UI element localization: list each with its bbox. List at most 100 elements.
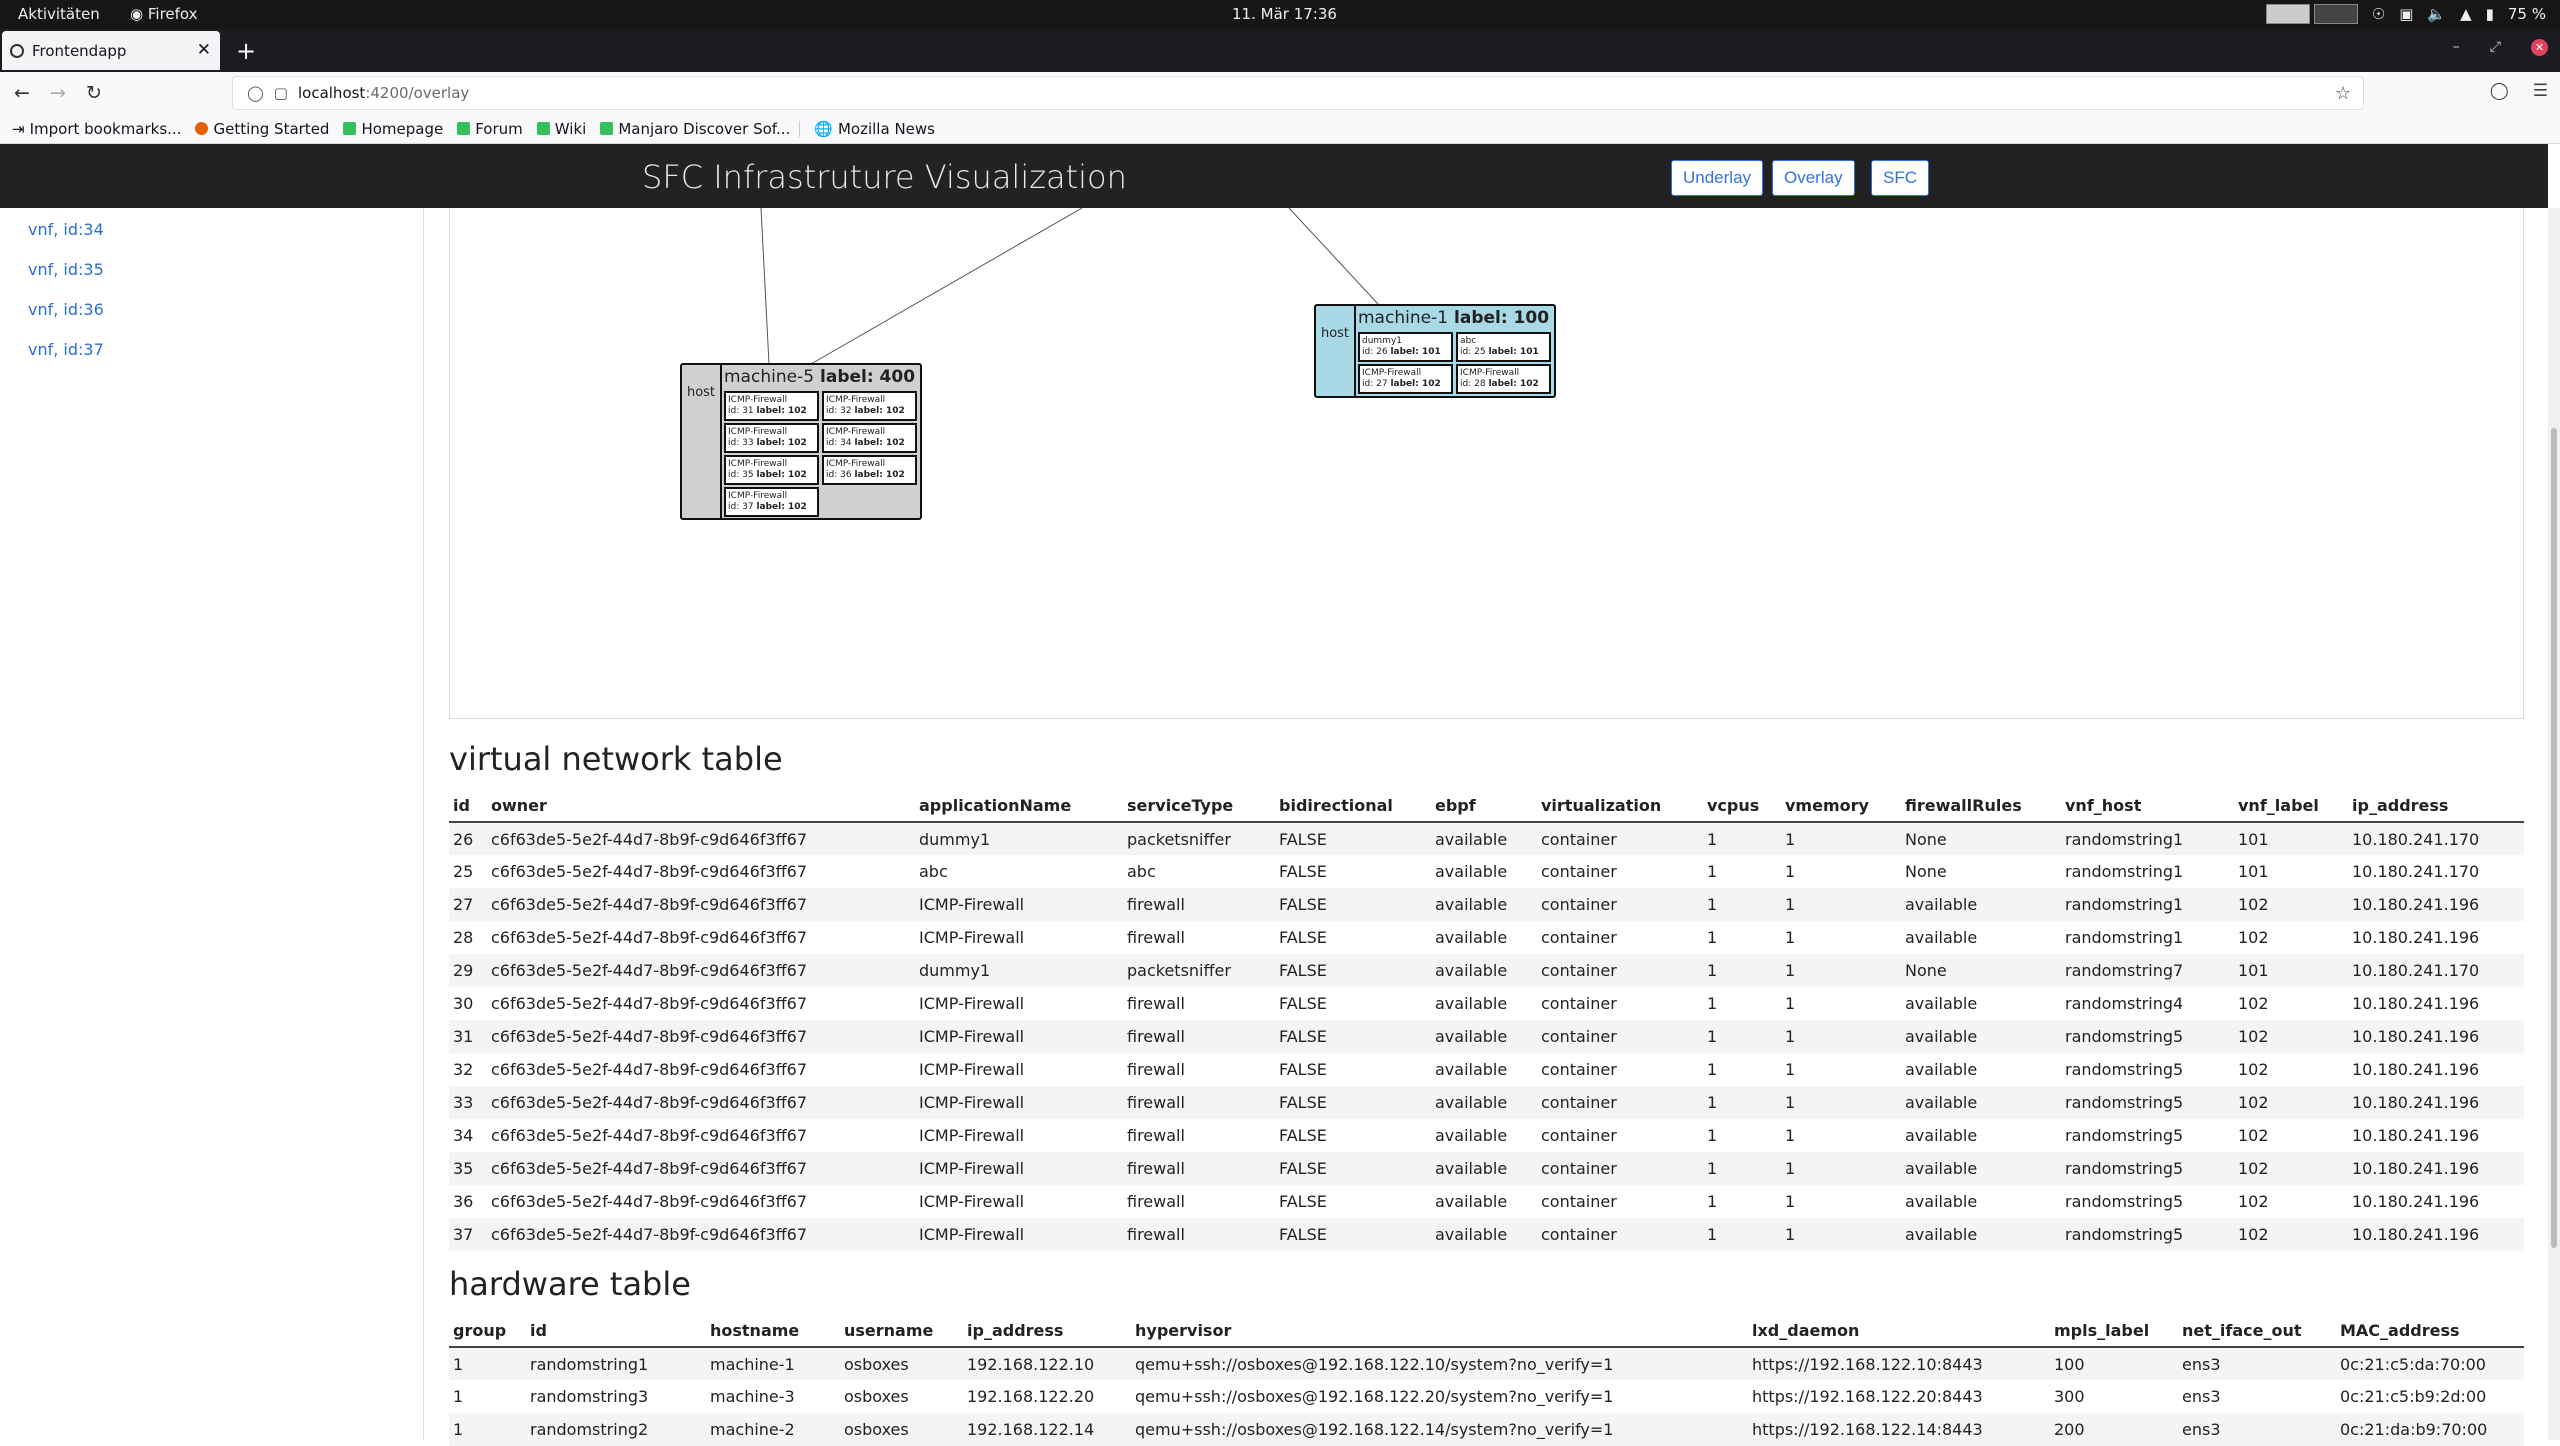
vnf-id: id: 31	[728, 406, 754, 416]
table-cell: container	[1541, 1060, 1617, 1079]
table-cell: randomstring1	[2061, 888, 2234, 921]
vnf-node[interactable]: dummy1 id: 26 label: 101	[1358, 332, 1453, 362]
table-cell: available	[1901, 1152, 2061, 1185]
bookmark-getting-started[interactable]: Getting Started	[195, 120, 329, 138]
close-icon[interactable]: ✕	[197, 40, 211, 60]
table-cell: ICMP-Firewall	[919, 994, 1025, 1013]
reload-icon[interactable]: ↻	[86, 82, 102, 104]
table-cell: 36	[453, 1192, 474, 1211]
vnf-node[interactable]: ICMP-Firewall id: 27 label: 102	[1358, 364, 1453, 394]
table-cell: 10.180.241.196	[2352, 994, 2480, 1013]
sfc-button[interactable]: SFC	[1871, 160, 1929, 196]
table-cell: container	[1537, 1020, 1703, 1053]
pocket-icon[interactable]: ◯	[2490, 81, 2509, 101]
separator	[799, 120, 801, 137]
bookmark-forum[interactable]: Forum	[457, 120, 523, 138]
vnf-node[interactable]: ICMP-Firewall id: 28 label: 102	[1456, 364, 1551, 394]
table-cell: 1	[1781, 1152, 1901, 1185]
activities-button[interactable]: Aktivitäten	[18, 5, 100, 23]
host-label: host	[1316, 306, 1356, 396]
table-cell: ICMP-Firewall	[919, 1192, 1025, 1211]
table-cell: available	[1905, 1192, 1978, 1211]
table-cell: ICMP-Firewall	[915, 1152, 1123, 1185]
back-icon[interactable]: ←	[14, 82, 30, 104]
column-header: hypervisor	[1131, 1314, 1748, 1348]
table-row: 37 c6f63de5-5e2f-44d7-8b9f-c9d646f3ff67 IC…	[449, 1218, 2524, 1251]
workspace-indicator[interactable]	[2313, 4, 2358, 24]
bookmark-star-icon[interactable]: ☆	[2335, 83, 2351, 104]
table-cell: container	[1541, 1192, 1617, 1211]
shield-icon[interactable]: ◯	[247, 84, 264, 102]
table-cell: 1	[1703, 1218, 1781, 1251]
vnf-label: label: 102	[1488, 379, 1539, 389]
table-cell: 1	[1707, 1060, 1718, 1079]
vnf-label: label: 102	[854, 438, 905, 448]
overlay-button[interactable]: Overlay	[1772, 160, 1855, 196]
page-scrollbar[interactable]	[2548, 208, 2560, 1440]
sidebar-item-vnf-36[interactable]: vnf, id:36	[28, 300, 104, 319]
table-cell: available	[1431, 1086, 1537, 1119]
clock[interactable]: 11. Mär 17:36	[1232, 5, 1337, 23]
table-cell: firewall	[1127, 1126, 1185, 1145]
bookmark-manjaro-discover[interactable]: Manjaro Discover Sof...	[600, 120, 801, 138]
sidebar-item-vnf-37[interactable]: vnf, id:37	[28, 340, 104, 359]
vnf-node[interactable]: abc id: 25 label: 101	[1456, 332, 1551, 362]
table-cell: firewall	[1123, 1020, 1275, 1053]
page-icon[interactable]: ▢	[274, 84, 288, 102]
table-cell: 1	[1707, 1126, 1718, 1145]
table-row: 25 c6f63de5-5e2f-44d7-8b9f-c9d646f3ff67 ab…	[449, 855, 2524, 888]
sidebar-item-vnf-35[interactable]: vnf, id:35	[28, 260, 104, 279]
machine-node-5[interactable]: host machine-5 label: 400 ICMP-Firewall id…	[680, 363, 922, 520]
close-window-icon[interactable]: ✕	[2531, 39, 2548, 56]
forward-icon[interactable]: →	[50, 82, 66, 104]
system-indicators[interactable]: ☉ ▣ 🔈 ▲ ▮ 75 %	[2265, 4, 2546, 24]
vnf-label: label: 102	[1390, 379, 1441, 389]
vnf-node[interactable]: ICMP-Firewall id: 35 label: 102	[724, 455, 819, 485]
overlay-graph[interactable]: host machine-5 label: 400 ICMP-Firewall id…	[449, 208, 2524, 719]
virtual-network-table: id owner applicationName serviceType bidirec…	[449, 789, 2524, 1251]
underlay-button[interactable]: Underlay	[1671, 160, 1764, 196]
sidebar-item-vnf-34[interactable]: vnf, id:34	[28, 220, 104, 239]
table-cell: container	[1541, 994, 1617, 1013]
table-cell: c6f63de5-5e2f-44d7-8b9f-c9d646f3ff67	[491, 862, 808, 881]
table-cell: 1	[1707, 1192, 1718, 1211]
column-header: username	[840, 1314, 963, 1348]
bookmark-homepage[interactable]: Homepage	[343, 120, 443, 138]
bookmark-import[interactable]: ⇥ Import bookmarks...	[12, 120, 181, 138]
table-cell: 1	[1781, 822, 1901, 855]
url-bar[interactable]: ◯ ▢ localhost :4200/overlay ☆	[232, 76, 2364, 110]
table-cell: https://192.168.122.10:8443	[1748, 1347, 2050, 1380]
machine-label: label: 100	[1454, 308, 1550, 328]
bookmark-wiki[interactable]: Wiki	[536, 120, 586, 138]
workspace-indicator[interactable]	[2265, 4, 2310, 24]
bookmark-mozilla-news[interactable]: 🌐 Mozilla News	[814, 120, 935, 138]
maximize-icon[interactable]: ⤢	[2490, 39, 2501, 56]
vnf-node[interactable]: ICMP-Firewall id: 32 label: 102	[822, 391, 917, 421]
new-tab-icon[interactable]: +	[236, 37, 256, 65]
vnf-node[interactable]: ICMP-Firewall id: 33 label: 102	[724, 423, 819, 453]
table-cell: None	[1901, 822, 2061, 855]
vnf-node[interactable]: ICMP-Firewall id: 34 label: 102	[822, 423, 917, 453]
table-cell: 1	[1785, 862, 1796, 881]
network-icon: ▲	[2460, 5, 2472, 23]
table-cell: 10.180.241.196	[2348, 1152, 2524, 1185]
virtual-network-table-title: virtual network table	[449, 740, 783, 778]
minimize-icon[interactable]: –	[2453, 39, 2460, 56]
menu-icon[interactable]: ☰	[2533, 81, 2548, 101]
table-cell: firewall	[1127, 994, 1185, 1013]
vnf-node[interactable]: ICMP-Firewall id: 31 label: 102	[724, 391, 819, 421]
table-cell: abc	[1127, 862, 1156, 881]
table-cell: https://192.168.122.20:8443	[1752, 1387, 1983, 1406]
app-menu-firefox[interactable]: ◉ Firefox	[130, 5, 198, 23]
table-cell: firewall	[1123, 1218, 1275, 1251]
vnf-node[interactable]: ICMP-Firewall id: 37 label: 102	[724, 487, 819, 517]
manjaro-icon	[343, 122, 357, 135]
machine-node-1[interactable]: host machine-1 label: 100 dummy1 id: 26 la…	[1314, 304, 1556, 398]
column-header: virtualization	[1537, 789, 1703, 823]
vnf-node[interactable]: ICMP-Firewall id: 36 label: 102	[822, 455, 917, 485]
table-cell: c6f63de5-5e2f-44d7-8b9f-c9d646f3ff67	[491, 1192, 808, 1211]
tab-frontendapp[interactable]: Frontendapp ✕	[2, 31, 220, 70]
table-cell: osboxes	[844, 1387, 909, 1406]
sidebar: vnf, id:34 vnf, id:35 vnf, id:36 vnf, id…	[0, 208, 424, 1440]
scrollbar-thumb[interactable]	[2551, 428, 2557, 1248]
